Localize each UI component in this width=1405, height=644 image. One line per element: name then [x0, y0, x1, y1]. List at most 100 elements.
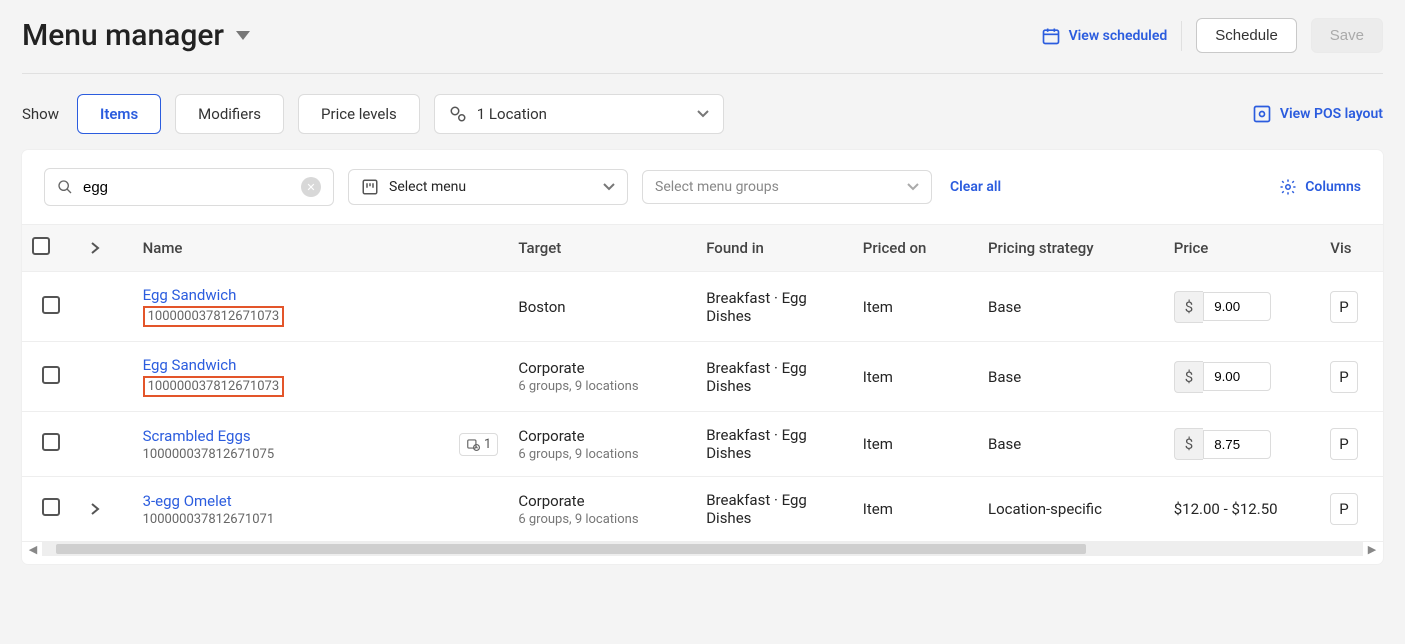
menu-icon	[361, 178, 379, 196]
item-name-link[interactable]: 3-egg Omelet	[143, 492, 275, 510]
price-range-value: $12.00 - $12.50	[1164, 477, 1321, 542]
currency-prefix: $	[1174, 291, 1203, 323]
table-row: Egg Sandwich 100000037812671073 Corporate 6…	[22, 342, 1383, 412]
gear-icon	[1279, 178, 1297, 196]
item-name-link[interactable]: Egg Sandwich	[143, 286, 285, 304]
priced-on-value: Item	[853, 342, 978, 412]
schedule-button[interactable]: Schedule	[1196, 18, 1297, 53]
location-pin-icon	[449, 105, 467, 123]
target-value: Boston	[518, 298, 686, 316]
item-id: 100000037812671071	[143, 512, 275, 527]
target-value: Corporate	[518, 492, 686, 510]
visibility-badge[interactable]: P	[1330, 428, 1357, 460]
scroll-left-arrow[interactable]: ◀	[26, 543, 40, 556]
scheduled-count: 1	[484, 437, 491, 452]
item-id: 100000037812671075	[143, 447, 275, 462]
priced-on-value: Item	[853, 412, 978, 477]
show-label: Show	[22, 105, 59, 123]
currency-prefix: $	[1174, 428, 1203, 460]
table-row: Scrambled Eggs 100000037812671075 1 Corpora…	[22, 412, 1383, 477]
target-subtext: 6 groups, 9 locations	[518, 379, 686, 394]
select-menu-groups-dropdown[interactable]: Select menu groups	[642, 170, 932, 204]
header-visibility[interactable]: Vis	[1320, 225, 1383, 272]
row-checkbox[interactable]	[42, 366, 60, 384]
found-in-value: Breakfast · Egg Dishes	[696, 342, 853, 412]
expand-row-icon[interactable]	[90, 502, 122, 516]
found-in-value: Breakfast · Egg Dishes	[696, 412, 853, 477]
header-strategy[interactable]: Pricing strategy	[978, 225, 1164, 272]
view-pos-layout-link[interactable]: View POS layout	[1252, 104, 1383, 124]
calendar-clock-icon	[466, 437, 480, 451]
item-id: 100000037812671073	[143, 376, 285, 397]
header-found-in[interactable]: Found in	[696, 225, 853, 272]
target-value: Corporate	[518, 427, 686, 445]
table-row: 3-egg Omelet 100000037812671071 Corporate 6…	[22, 477, 1383, 542]
row-checkbox[interactable]	[42, 433, 60, 451]
select-groups-placeholder: Select menu groups	[655, 179, 779, 195]
chevron-down-icon	[697, 110, 709, 118]
price-input[interactable]	[1203, 362, 1271, 391]
clear-all-link[interactable]: Clear all	[950, 179, 1001, 195]
search-clear-icon[interactable]: ✕	[301, 177, 321, 197]
chevron-down-icon	[603, 183, 615, 191]
tab-modifiers[interactable]: Modifiers	[175, 94, 284, 134]
items-table: Name Target Found in Priced on Pricing s…	[22, 224, 1383, 542]
search-icon	[57, 179, 73, 195]
page-header: Menu manager View scheduled Schedule Sav…	[22, 18, 1383, 74]
scroll-right-arrow[interactable]: ▶	[1365, 543, 1379, 556]
search-box[interactable]: ✕	[44, 168, 334, 206]
horizontal-scrollbar[interactable]: ◀ ▶	[22, 542, 1383, 556]
pricing-strategy-value: Base	[978, 272, 1164, 342]
priced-on-value: Item	[853, 477, 978, 542]
header-checkbox[interactable]	[22, 225, 80, 272]
target-subtext: 6 groups, 9 locations	[518, 512, 686, 527]
view-pos-label: View POS layout	[1280, 106, 1383, 122]
price-input[interactable]	[1203, 430, 1271, 459]
divider	[1181, 21, 1182, 51]
page-title: Menu manager	[22, 18, 224, 53]
visibility-badge[interactable]: P	[1330, 361, 1357, 393]
scroll-track[interactable]	[42, 542, 1363, 556]
found-in-value: Breakfast · Egg Dishes	[696, 477, 853, 542]
visibility-badge[interactable]: P	[1330, 493, 1357, 525]
chevron-down-icon	[907, 183, 919, 191]
view-scheduled-link[interactable]: View scheduled	[1041, 26, 1168, 46]
target-subtext: 6 groups, 9 locations	[518, 447, 686, 462]
header-expand[interactable]	[80, 225, 132, 272]
header-price[interactable]: Price	[1164, 225, 1321, 272]
tab-price-levels[interactable]: Price levels	[298, 94, 420, 134]
currency-prefix: $	[1174, 361, 1203, 393]
scroll-thumb[interactable]	[56, 544, 1086, 554]
row-checkbox[interactable]	[42, 296, 60, 314]
select-menu-dropdown[interactable]: Select menu	[348, 169, 628, 205]
header-priced-on[interactable]: Priced on	[853, 225, 978, 272]
pricing-strategy-value: Base	[978, 412, 1164, 477]
content-card: ✕ Select menu Select menu groups	[22, 150, 1383, 564]
header-target[interactable]: Target	[508, 225, 696, 272]
price-input[interactable]	[1203, 292, 1271, 321]
item-id: 100000037812671073	[143, 306, 285, 327]
table-row: Egg Sandwich 100000037812671073 Boston Brea…	[22, 272, 1383, 342]
pricing-strategy-value: Base	[978, 342, 1164, 412]
save-button: Save	[1311, 18, 1383, 53]
columns-link[interactable]: Columns	[1279, 178, 1361, 196]
priced-on-value: Item	[853, 272, 978, 342]
visibility-badge[interactable]: P	[1330, 291, 1357, 323]
view-scheduled-label: View scheduled	[1069, 28, 1168, 44]
tab-items[interactable]: Items	[77, 94, 161, 134]
pricing-strategy-value: Location-specific	[978, 477, 1164, 542]
row-checkbox[interactable]	[42, 498, 60, 516]
select-menu-label: Select menu	[389, 179, 466, 195]
title-dropdown-caret[interactable]	[236, 31, 250, 41]
item-name-link[interactable]: Egg Sandwich	[143, 356, 285, 374]
search-input[interactable]	[83, 179, 291, 196]
calendar-icon	[1041, 26, 1061, 46]
scheduled-count-badge[interactable]: 1	[459, 433, 498, 456]
location-select[interactable]: 1 Location	[434, 94, 724, 134]
found-in-value: Breakfast · Egg Dishes	[696, 272, 853, 342]
header-name[interactable]: Name	[133, 225, 509, 272]
columns-label: Columns	[1305, 179, 1361, 195]
location-select-label: 1 Location	[477, 105, 547, 123]
item-name-link[interactable]: Scrambled Eggs	[143, 427, 275, 445]
target-value: Corporate	[518, 359, 686, 377]
